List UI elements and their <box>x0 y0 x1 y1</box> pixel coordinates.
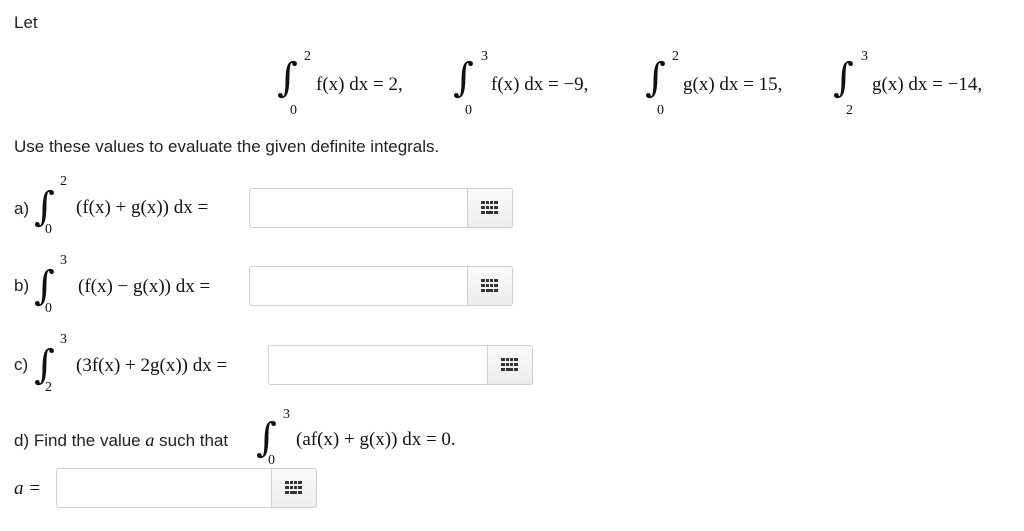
part-d-prompt-start: d) Find the value <box>14 431 141 450</box>
part-d-variable: a <box>145 430 155 450</box>
integral-sign: ∫ <box>833 55 854 101</box>
upper-limit: 2 <box>304 49 311 64</box>
math-keyboard-grid-icon <box>285 481 302 494</box>
answer-label-a: a = <box>14 478 42 499</box>
math-keyboard-grid-icon <box>501 358 518 371</box>
integral-sign: ∫ <box>645 55 666 101</box>
answer-input-c[interactable] <box>268 345 488 385</box>
lower-limit: 0 <box>657 103 664 118</box>
lower-limit: 0 <box>290 103 297 118</box>
given-integrand: g(x) dx = −14, <box>872 74 983 95</box>
integral-sign: ∫ <box>34 342 55 388</box>
integral-sign: ∫ <box>256 415 277 461</box>
upper-limit: 3 <box>861 49 868 64</box>
given-integrand: g(x) dx = 15, <box>683 74 783 95</box>
upper-limit: 3 <box>60 253 67 268</box>
answer-input-b[interactable] <box>249 266 468 306</box>
integral-sign: ∫ <box>453 55 474 101</box>
intro-let: Let <box>14 13 38 32</box>
upper-limit: 3 <box>481 49 488 64</box>
part-expression: (f(x) + g(x)) dx = <box>76 197 209 218</box>
math-keyboard-grid-icon <box>481 201 498 214</box>
lower-limit: 0 <box>45 301 52 316</box>
math-keyboard-button-d[interactable] <box>271 468 317 508</box>
math-keyboard-button-a[interactable] <box>467 188 513 228</box>
upper-limit: 3 <box>60 332 67 347</box>
integral-sign: ∫ <box>277 55 298 101</box>
part-d-prompt-end: such that <box>159 431 229 450</box>
lower-limit: 2 <box>846 103 853 118</box>
lower-limit: 0 <box>268 453 275 468</box>
math-keyboard-grid-icon <box>481 279 498 292</box>
integral-sign: ∫ <box>34 184 55 230</box>
lower-limit: 0 <box>45 222 52 237</box>
part-expression: (f(x) − g(x)) dx = <box>78 276 211 297</box>
part-label: c) <box>14 355 29 374</box>
part-d-expression: (af(x) + g(x)) dx = 0. <box>296 429 456 450</box>
lower-limit: 0 <box>465 103 472 118</box>
math-keyboard-button-b[interactable] <box>467 266 513 306</box>
answer-input-a[interactable] <box>249 188 468 228</box>
answer-input-d[interactable] <box>56 468 272 508</box>
part-d-prompt: d) Find the value a such that <box>14 430 228 451</box>
given-integrand: f(x) dx = −9, <box>491 74 589 95</box>
upper-limit: 2 <box>672 49 679 64</box>
math-keyboard-button-c[interactable] <box>487 345 533 385</box>
lower-limit: 2 <box>45 380 52 395</box>
given-integrand: f(x) dx = 2, <box>316 74 403 95</box>
part-label: a) <box>14 199 30 218</box>
instruction-text: Use these values to evaluate the given d… <box>14 137 440 156</box>
part-expression: (3f(x) + 2g(x)) dx = <box>76 355 228 376</box>
upper-limit: 3 <box>283 407 290 422</box>
part-label: b) <box>14 276 30 295</box>
upper-limit: 2 <box>60 174 67 189</box>
integral-sign: ∫ <box>34 263 55 309</box>
